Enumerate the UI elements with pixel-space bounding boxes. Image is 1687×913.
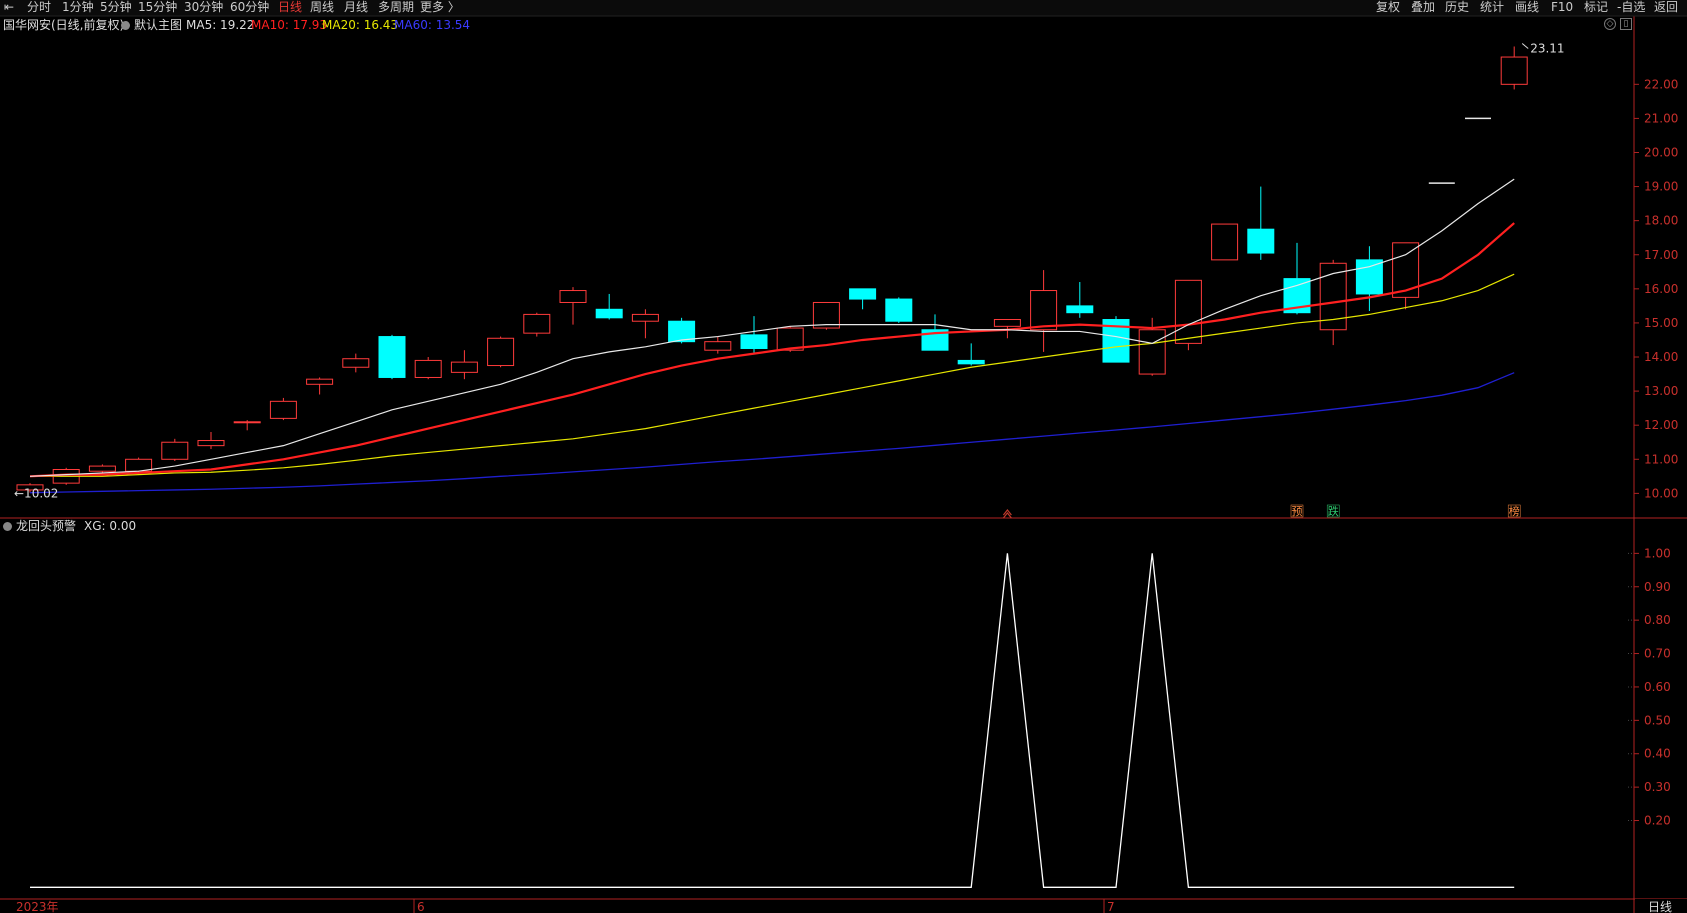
candle-body-up xyxy=(993,319,1021,327)
price-tick-label: 14.00 xyxy=(1644,350,1678,364)
indicator-tick-label: 0.80 xyxy=(1644,613,1671,627)
price-tick-label: 12.00 xyxy=(1644,418,1678,432)
signal-up-arrow-icon xyxy=(1002,509,1012,519)
candle-body-up xyxy=(450,361,478,373)
candle-body-up xyxy=(559,290,587,303)
stock-chart-svg[interactable]: 10.00 11.00 12.00 13.00 14.00 15.00 16.00 17.00… xyxy=(0,0,1687,913)
candle-body-down xyxy=(1066,305,1094,314)
signal-label: 预 xyxy=(1292,505,1303,518)
indicator-tick-label: 0.60 xyxy=(1644,680,1671,694)
price-tick-label: 22.00 xyxy=(1644,77,1678,91)
indicator-tick-label: 0.20 xyxy=(1644,814,1671,828)
price-tick-label: 18.00 xyxy=(1644,214,1678,228)
candle-body-up xyxy=(704,341,732,351)
candle-body-up xyxy=(1500,56,1528,85)
candle-body-up xyxy=(1174,279,1202,344)
price-tick-label: 20.00 xyxy=(1644,145,1678,159)
candle-body-up xyxy=(487,337,515,367)
candle-body-up xyxy=(631,313,659,322)
indicator-xg-line xyxy=(30,553,1515,888)
ma5-line xyxy=(29,178,1515,477)
candle-body-up xyxy=(523,313,551,334)
price-tick-label: 19.00 xyxy=(1644,180,1678,194)
price-tick-label: 11.00 xyxy=(1644,452,1678,466)
candle-body-up xyxy=(197,440,225,447)
candle-body-up xyxy=(306,378,334,385)
candle-body-up xyxy=(88,465,116,472)
price-tick-label: 10.00 xyxy=(1644,486,1678,500)
candle-body-up xyxy=(1030,290,1058,331)
indicator-tick-label: 1.00 xyxy=(1644,546,1671,560)
candle-body-down xyxy=(740,334,768,349)
candle-body-up xyxy=(1138,329,1166,375)
candle-body-down xyxy=(957,359,985,365)
high-marker-arrow xyxy=(1521,43,1529,49)
candle-body-up xyxy=(342,358,370,368)
period-tag: 日线 xyxy=(1648,900,1672,913)
price-tick-label: 21.00 xyxy=(1644,111,1678,125)
signal-label: 榜 xyxy=(1509,504,1520,518)
price-tick-label: 17.00 xyxy=(1644,248,1678,262)
high-price-label: 23.11 xyxy=(1530,41,1564,55)
date-label-jul: 7 xyxy=(1107,900,1115,913)
candle-body-down xyxy=(1247,228,1275,254)
price-tick-label: 16.00 xyxy=(1644,282,1678,296)
price-tick-label: 15.00 xyxy=(1644,316,1678,330)
candle-body-up xyxy=(233,421,261,424)
candle-body-down xyxy=(378,336,406,378)
indicator-tick-label: 0.90 xyxy=(1644,580,1671,594)
date-label-year: 2023年 xyxy=(16,900,59,913)
candle-body-up xyxy=(414,359,442,378)
indicator-tick-label: 0.30 xyxy=(1644,780,1671,794)
candle-body-down xyxy=(1355,259,1383,295)
candle-body-up xyxy=(269,400,297,419)
candle-body-down xyxy=(595,308,623,319)
indicator-tick-label: 0.40 xyxy=(1644,747,1671,761)
indicator-tick-label: 0.50 xyxy=(1644,713,1671,727)
ma60-line xyxy=(29,372,1515,494)
date-label-jun: 6 xyxy=(417,900,425,913)
candle-body-down xyxy=(849,288,877,300)
candle-body-up xyxy=(1211,223,1239,261)
candle-body-up xyxy=(161,441,189,460)
candle-body-down xyxy=(885,298,913,322)
candle-body-up xyxy=(1392,242,1420,298)
indicator-tick-label: 0.70 xyxy=(1644,647,1671,661)
signal-label: 跌 xyxy=(1328,504,1339,518)
ma10-line xyxy=(29,222,1515,478)
low-price-label: ←10.02 xyxy=(14,487,58,501)
price-tick-label: 13.00 xyxy=(1644,384,1678,398)
